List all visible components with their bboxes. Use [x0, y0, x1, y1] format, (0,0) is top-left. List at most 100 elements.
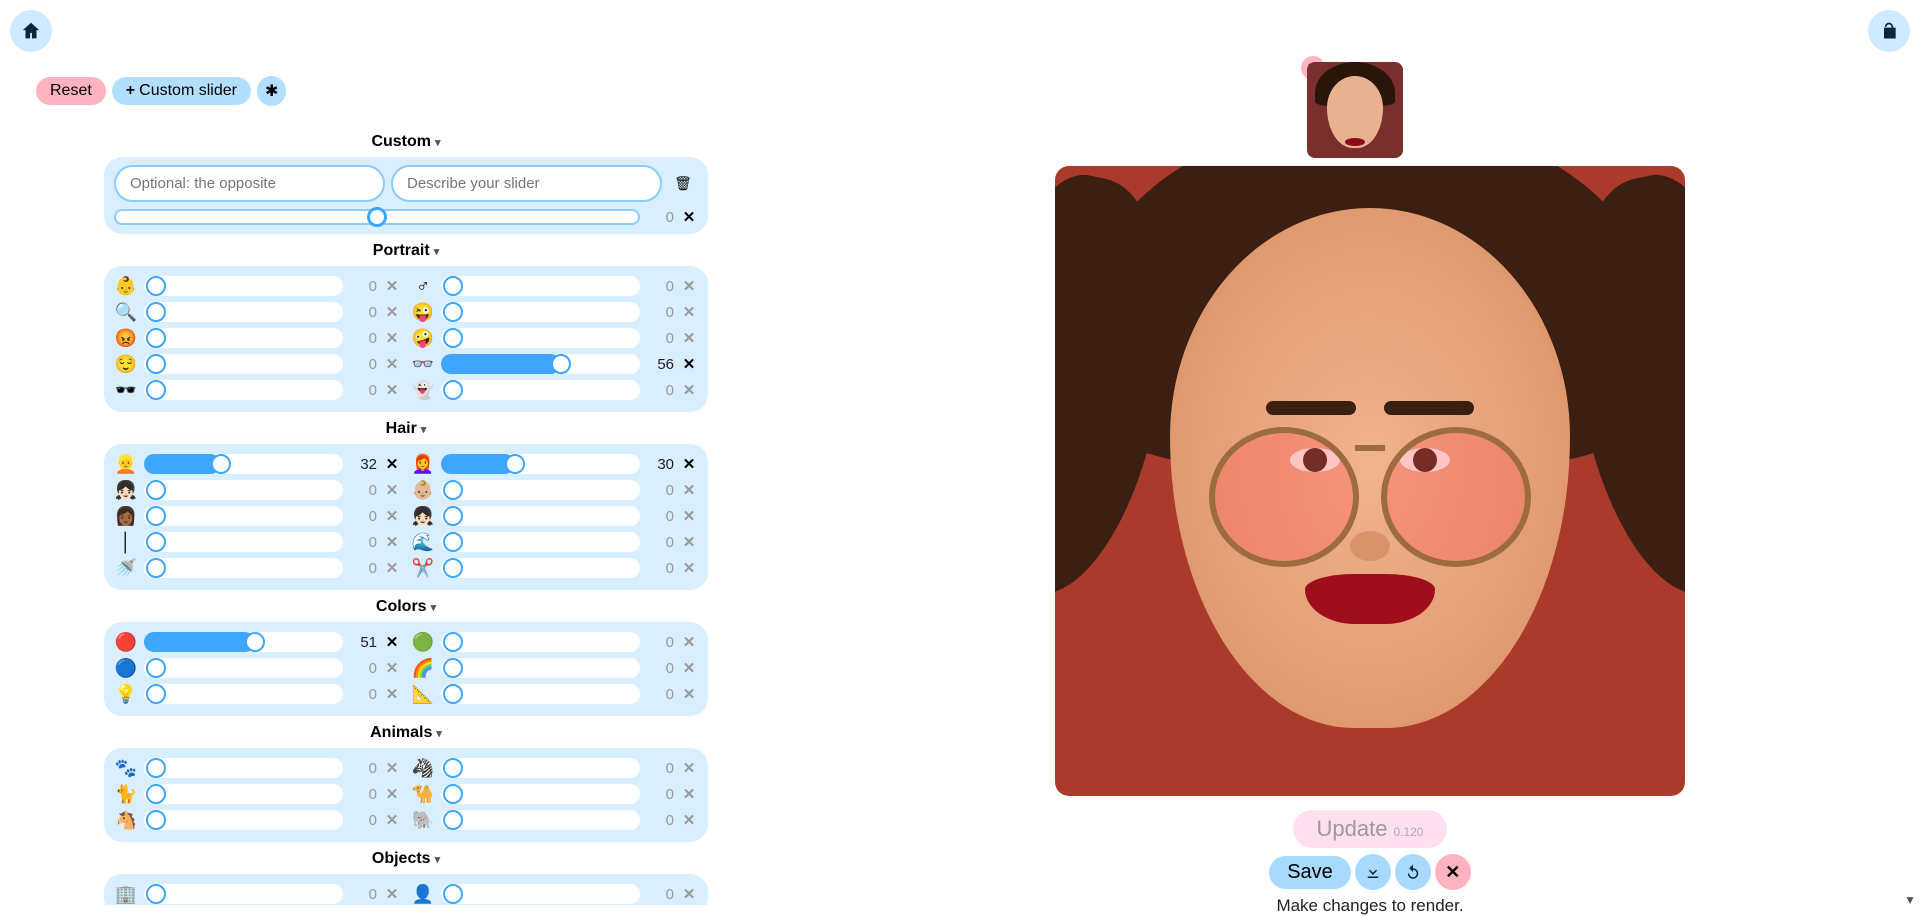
- custom-slider-button[interactable]: + Custom slider: [112, 77, 251, 105]
- slider-value: 0: [646, 382, 674, 399]
- slider-track[interactable]: [144, 354, 343, 374]
- slider-value: 0: [646, 482, 674, 499]
- slider-reset-button[interactable]: ✕: [383, 303, 401, 321]
- source-thumbnail[interactable]: [1307, 62, 1403, 158]
- slider-reset-button[interactable]: ✕: [383, 329, 401, 347]
- slider-reset-button[interactable]: ✕: [680, 381, 698, 399]
- slider-track[interactable]: [144, 684, 343, 704]
- slider-reset-button[interactable]: ✕: [383, 355, 401, 373]
- section-header-hair[interactable]: Hair▾: [104, 420, 708, 438]
- slider-emoji-icon: 🤪: [411, 326, 435, 350]
- slider-reset-button[interactable]: ✕: [680, 685, 698, 703]
- section-header-animals[interactable]: Animals▾: [104, 724, 708, 742]
- slider-track[interactable]: [441, 354, 640, 374]
- slider-track[interactable]: [441, 758, 640, 778]
- slider-reset-button[interactable]: ✕: [680, 481, 698, 499]
- slider-reset-button[interactable]: ✕: [680, 759, 698, 777]
- slider-reset-button[interactable]: ✕: [680, 303, 698, 321]
- slider-reset-button[interactable]: ✕: [680, 277, 698, 295]
- slider-track[interactable]: [144, 302, 343, 322]
- slider-emoji-icon: 😌: [114, 352, 138, 376]
- slider-track[interactable]: [144, 532, 343, 552]
- custom-slider[interactable]: [114, 209, 640, 225]
- slider-track[interactable]: [144, 658, 343, 678]
- undo-button[interactable]: [1395, 854, 1431, 890]
- slider-track[interactable]: [441, 810, 640, 830]
- slider-reset-button[interactable]: ✕: [680, 885, 698, 903]
- slider-track[interactable]: [144, 380, 343, 400]
- reset-button[interactable]: Reset: [36, 77, 106, 105]
- slider-track[interactable]: [441, 302, 640, 322]
- slider-track[interactable]: [144, 632, 343, 652]
- custom-opposite-input[interactable]: [114, 165, 385, 202]
- slider-reset-button[interactable]: ✕: [383, 559, 401, 577]
- slider-track[interactable]: [441, 506, 640, 526]
- cancel-button[interactable]: ✕: [1435, 854, 1471, 890]
- slider-reset-button[interactable]: ✕: [383, 659, 401, 677]
- slider-reset-button[interactable]: ✕: [680, 355, 698, 373]
- slider-track[interactable]: [144, 506, 343, 526]
- slider-reset-button[interactable]: ✕: [383, 785, 401, 803]
- slider-track[interactable]: [144, 480, 343, 500]
- settings-button[interactable]: ✱: [257, 76, 286, 106]
- slider-reset-button[interactable]: ✕: [383, 381, 401, 399]
- slider-track[interactable]: [441, 328, 640, 348]
- delete-custom-button[interactable]: 🗑: [668, 169, 698, 199]
- slider-track[interactable]: [441, 480, 640, 500]
- slider-reset-button[interactable]: ✕: [383, 277, 401, 295]
- slider-reset-button[interactable]: ✕: [383, 533, 401, 551]
- slider-track[interactable]: [144, 454, 343, 474]
- custom-slider-reset[interactable]: ✕: [680, 208, 698, 226]
- slider-track[interactable]: [441, 784, 640, 804]
- lock-button[interactable]: [1868, 10, 1910, 52]
- slider-track[interactable]: [441, 380, 640, 400]
- download-button[interactable]: [1355, 854, 1391, 890]
- slider-track[interactable]: [441, 884, 640, 904]
- slider-track[interactable]: [441, 532, 640, 552]
- slider-track[interactable]: [144, 884, 343, 904]
- slider-reset-button[interactable]: ✕: [680, 507, 698, 525]
- custom-describe-input[interactable]: [391, 165, 662, 202]
- slider-reset-button[interactable]: ✕: [383, 481, 401, 499]
- section-header-custom[interactable]: Custom ▾: [104, 133, 708, 151]
- home-button[interactable]: [10, 10, 52, 52]
- slider-track[interactable]: [441, 276, 640, 296]
- slider-track[interactable]: [144, 328, 343, 348]
- slider-track[interactable]: [441, 632, 640, 652]
- slider-reset-button[interactable]: ✕: [383, 811, 401, 829]
- section-header-colors[interactable]: Colors▾: [104, 598, 708, 616]
- slider-track[interactable]: [144, 276, 343, 296]
- slider-reset-button[interactable]: ✕: [680, 659, 698, 677]
- custom-slider-label: Custom slider: [139, 82, 237, 100]
- slider-reset-button[interactable]: ✕: [680, 811, 698, 829]
- slider-reset-button[interactable]: ✕: [383, 455, 401, 473]
- slider-track[interactable]: [144, 758, 343, 778]
- slider-reset-button[interactable]: ✕: [680, 329, 698, 347]
- section-header-portrait[interactable]: Portrait▾: [104, 242, 708, 260]
- slider-reset-button[interactable]: ✕: [680, 559, 698, 577]
- slider-reset-button[interactable]: ✕: [680, 455, 698, 473]
- slider-reset-button[interactable]: ✕: [383, 759, 401, 777]
- section-title: Portrait: [373, 242, 430, 260]
- slider-reset-button[interactable]: ✕: [383, 507, 401, 525]
- slider-track[interactable]: [441, 684, 640, 704]
- save-button[interactable]: Save: [1269, 856, 1351, 889]
- slider-reset-button[interactable]: ✕: [383, 885, 401, 903]
- slider-reset-button[interactable]: ✕: [383, 633, 401, 651]
- section-header-objects[interactable]: Objects▾: [104, 850, 708, 868]
- update-button[interactable]: Update 0.120: [1293, 810, 1448, 848]
- slider-emoji-icon: 🏢: [114, 882, 138, 905]
- slider-track[interactable]: [144, 784, 343, 804]
- slider-reset-button[interactable]: ✕: [680, 785, 698, 803]
- slider-unit: 👱32✕: [114, 452, 401, 476]
- slider-track[interactable]: [441, 454, 640, 474]
- update-version: 0.120: [1393, 825, 1423, 839]
- slider-track[interactable]: [144, 558, 343, 578]
- slider-track[interactable]: [441, 558, 640, 578]
- slider-reset-button[interactable]: ✕: [680, 633, 698, 651]
- slider-reset-button[interactable]: ✕: [680, 533, 698, 551]
- slider-track[interactable]: [144, 810, 343, 830]
- slider-reset-button[interactable]: ✕: [383, 685, 401, 703]
- slider-value: 0: [349, 686, 377, 703]
- slider-track[interactable]: [441, 658, 640, 678]
